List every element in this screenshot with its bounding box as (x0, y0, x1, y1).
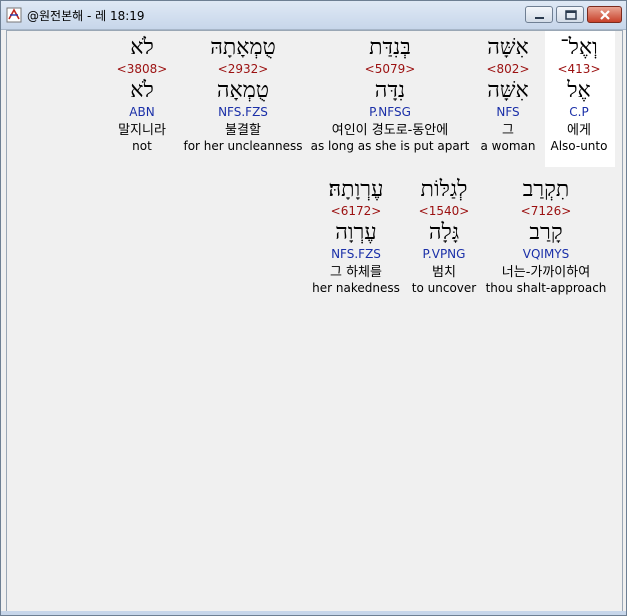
morphology-code: C.P (569, 105, 589, 119)
hebrew-word: לְגַלּוֹת (420, 177, 468, 202)
lemma-word: נִדָּה (374, 78, 406, 103)
strong-number[interactable]: <2932> (181, 62, 305, 76)
hebrew-word: לֹא (130, 35, 154, 60)
word-block[interactable]: אִשָּׁה <802> אִשָּׁה NFS 그 a woman (468, 35, 548, 153)
word-block[interactable]: תִקְרַב <7126> קָרַב VQIMYS 너는-가까이하여 tho… (483, 177, 609, 295)
english-gloss: for her uncleanness (183, 139, 303, 153)
app-window: @원전본해 - 레 18:19 וְאֶל־ <413> אֶל C.P 에게 … (0, 0, 627, 616)
morphology-code: NFS.FZS (331, 247, 381, 261)
english-gloss: Also-unto (550, 139, 608, 153)
strong-number[interactable]: <3808> (107, 62, 177, 76)
word-block[interactable]: וְאֶל־ <413> אֶל C.P 에게 Also-unto (539, 35, 619, 153)
lemma-word: טֻמְאָה (216, 78, 270, 103)
hebrew-word: בְּנִדַּת (369, 35, 411, 60)
korean-translation: 범치 (432, 265, 456, 280)
english-gloss: her nakedness (312, 281, 400, 295)
english-gloss: a woman (480, 139, 536, 153)
word-block[interactable]: עֶרְוָתָהּ׃ <6172> עֶרְוָה NFS.FZS 그 하체를… (307, 177, 405, 295)
lemma-word: גָּלָה (428, 220, 460, 245)
window-title: @원전본해 - 레 18:19 (27, 9, 145, 23)
korean-translation: 여인이 경도로-동안에 (331, 123, 449, 138)
english-gloss: as long as she is put apart (310, 139, 470, 153)
hebrew-word: עֶרְוָתָהּ׃ (328, 177, 384, 202)
app-logo-icon (6, 7, 22, 23)
hebrew-word: וְאֶל־ (560, 35, 598, 60)
window-bottom-border (1, 611, 626, 615)
hebrew-word: טֻמְאָתָהּ (210, 35, 276, 60)
word-block[interactable]: טֻמְאָתָהּ <2932> טֻמְאָה NFS.FZS 불결할 fo… (181, 35, 305, 153)
morphology-code: VQIMYS (522, 247, 570, 261)
strong-number[interactable]: <7126> (483, 204, 609, 218)
hebrew-word: תִקְרַב (522, 177, 570, 202)
word-block[interactable]: לְגַלּוֹת <1540> גָּלָה P.VPNG 범치 to unc… (405, 177, 483, 295)
word-block[interactable]: בְּנִדַּת <5079> נִדָּה P.NFSG 여인이 경도로-동… (307, 35, 473, 153)
korean-translation: 불결할 (225, 123, 261, 138)
interlinear-view[interactable]: וְאֶל־ <413> אֶל C.P 에게 Also-unto אִשָּׁ… (6, 30, 623, 612)
korean-translation: 그 (502, 123, 514, 138)
strong-number[interactable]: <5079> (307, 62, 473, 76)
lemma-word: לֹא (130, 78, 154, 103)
close-button[interactable] (587, 6, 622, 23)
strong-number[interactable]: <802> (468, 62, 548, 76)
maximize-button[interactable] (556, 6, 584, 23)
morphology-code: NFS (496, 105, 520, 119)
morphology-code: NFS.FZS (218, 105, 268, 119)
morphology-code: P.NFSG (369, 105, 411, 119)
english-gloss: not (132, 139, 152, 153)
minimize-icon (535, 17, 544, 19)
close-icon (600, 10, 610, 20)
word-block[interactable]: לֹא <3808> לֹא ABN 말지니라 not (107, 35, 177, 153)
hebrew-word: אִשָּׁה (487, 35, 529, 60)
minimize-button[interactable] (525, 6, 553, 23)
morphology-code: P.VPNG (422, 247, 466, 261)
lemma-word: אֶל (567, 78, 591, 103)
strong-number[interactable]: <6172> (307, 204, 405, 218)
morphology-code: ABN (129, 105, 155, 119)
title-bar[interactable]: @원전본해 - 레 18:19 (1, 1, 626, 30)
korean-translation: 너는-가까이하여 (501, 265, 591, 280)
english-gloss: thou shalt-approach (485, 281, 607, 295)
lemma-word: אִשָּׁה (487, 78, 529, 103)
strong-number[interactable]: <413> (539, 62, 619, 76)
lemma-word: עֶרְוָה (335, 220, 377, 245)
strong-number[interactable]: <1540> (405, 204, 483, 218)
korean-translation: 말지니라 (118, 123, 166, 138)
korean-translation: 그 하체를 (330, 265, 382, 280)
english-gloss: to uncover (411, 281, 477, 295)
korean-translation: 에게 (567, 123, 591, 138)
lemma-word: קָרַב (529, 220, 563, 245)
maximize-icon (565, 10, 577, 20)
